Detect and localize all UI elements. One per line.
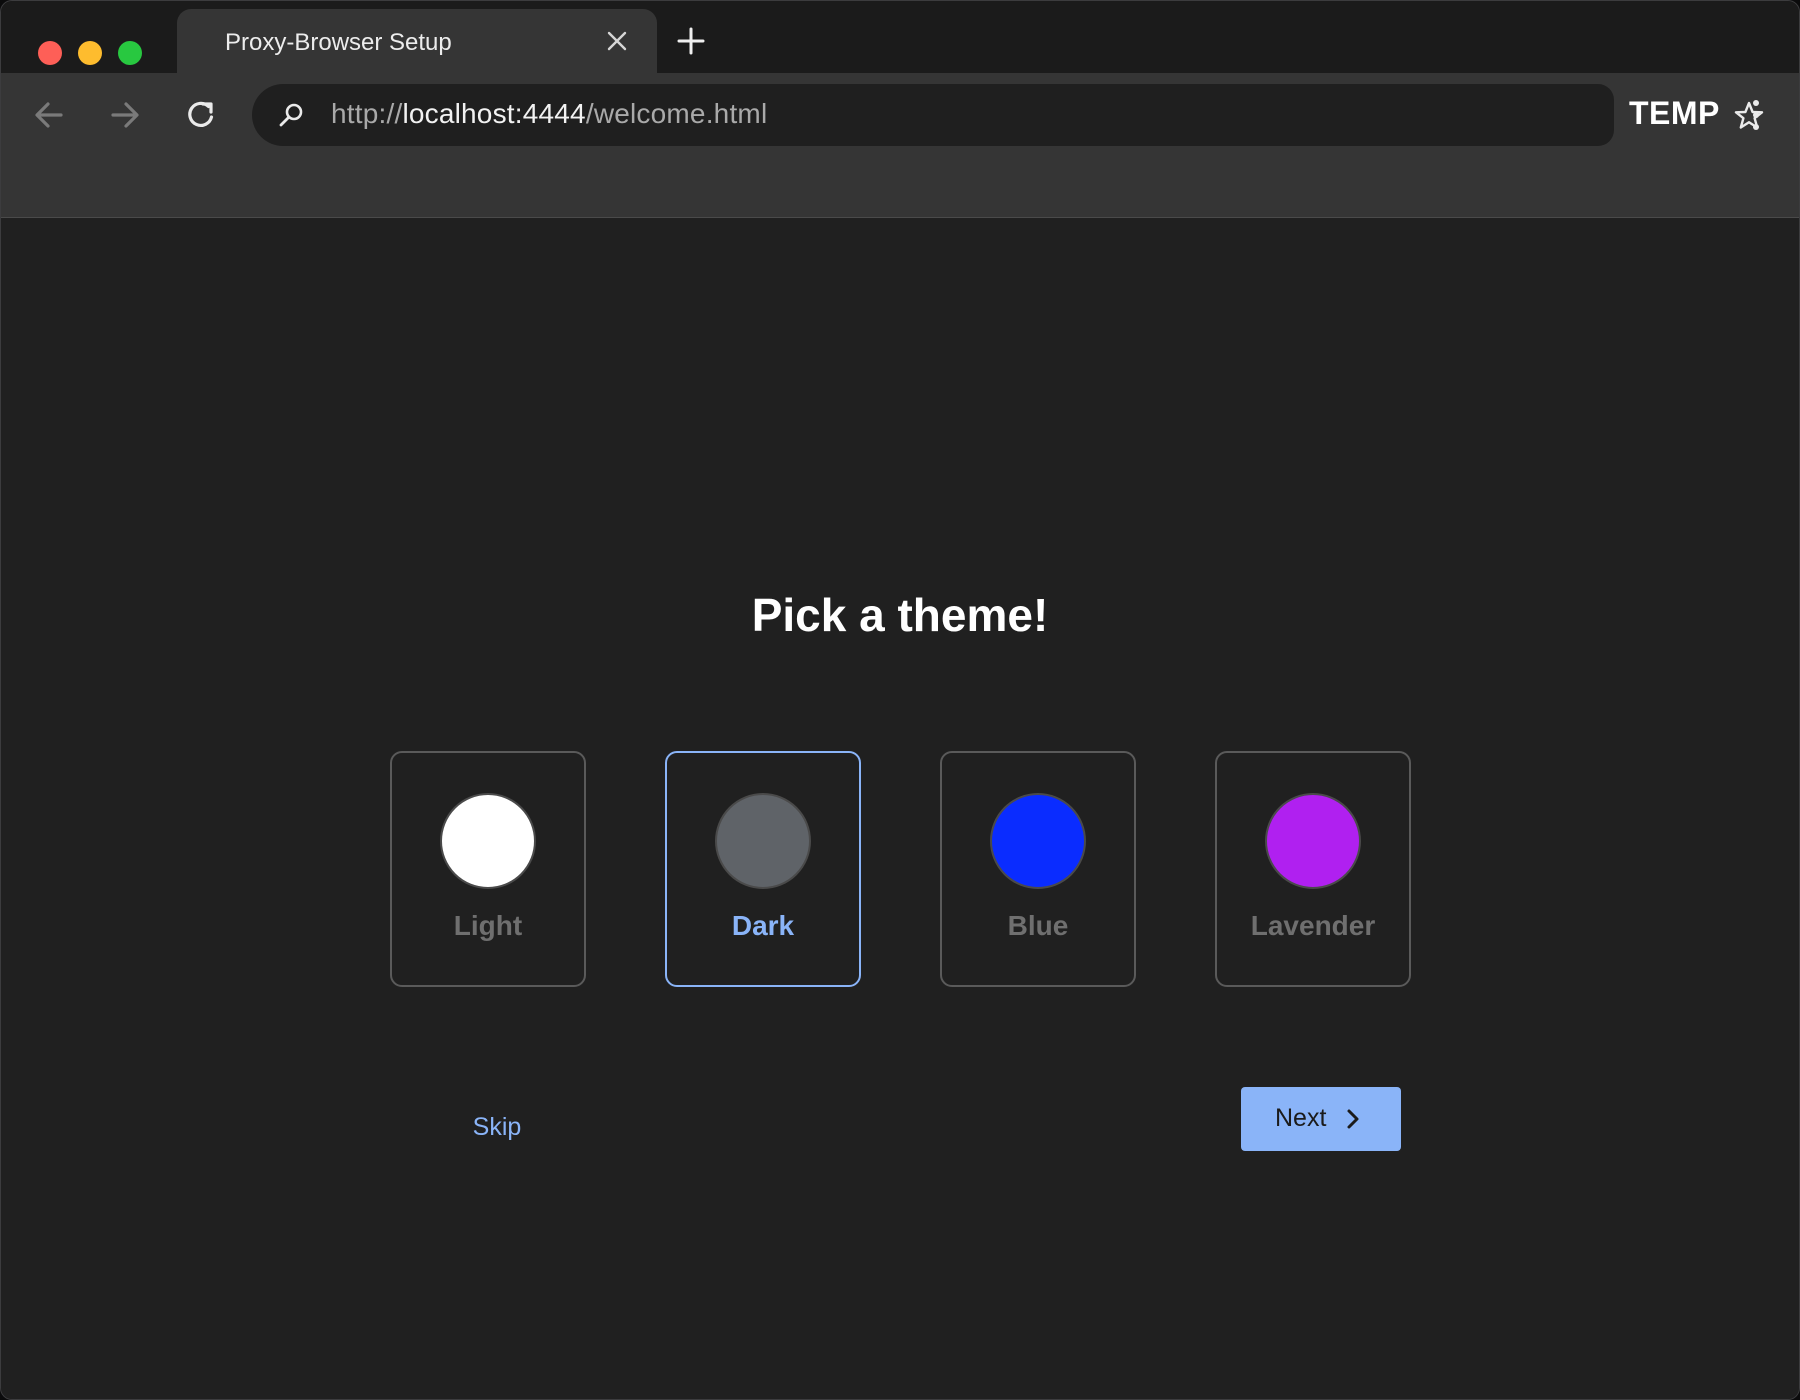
close-window-button[interactable] — [38, 41, 62, 65]
skip-button[interactable]: Skip — [445, 1102, 549, 1152]
plus-icon[interactable] — [675, 25, 707, 57]
arrow-right-icon[interactable] — [105, 95, 145, 135]
address-bar[interactable]: http://localhost:4444/welcome.html — [252, 84, 1764, 146]
theme-label: Lavender — [1250, 910, 1376, 941]
page-content: Pick a theme! Light Dark Blue Lavender S… — [1, 218, 1799, 1399]
url-host: localhost:4444 — [402, 98, 586, 129]
profile-label[interactable]: TEMP — [1629, 95, 1720, 132]
next-button-label: Next — [1275, 1104, 1327, 1132]
theme-card-light[interactable]: Light — [390, 751, 586, 987]
theme-swatch — [1265, 793, 1361, 889]
theme-label: Dark — [731, 910, 795, 941]
url-text[interactable]: http://localhost:4444/welcome.html — [331, 98, 767, 130]
reload-icon[interactable] — [181, 95, 221, 135]
page-title: Pick a theme! — [751, 589, 1049, 641]
minimize-window-button[interactable] — [78, 41, 102, 65]
browser-window: Proxy-Browser Setup http://localhost:444… — [0, 0, 1800, 1400]
tab-title: Proxy-Browser Setup — [225, 29, 452, 56]
theme-label: Blue — [1007, 910, 1069, 941]
zoom-window-button[interactable] — [118, 41, 142, 65]
kebab-menu-icon[interactable] — [1741, 95, 1771, 135]
url-scheme: http:// — [331, 98, 403, 129]
next-button[interactable]: Next — [1241, 1087, 1401, 1151]
theme-swatch — [715, 793, 811, 889]
tab-strip: Proxy-Browser Setup — [1, 1, 1799, 73]
chevron-right-icon — [1341, 1107, 1365, 1131]
close-icon[interactable] — [605, 29, 629, 53]
search-icon — [276, 100, 306, 130]
theme-label: Light — [453, 910, 523, 941]
theme-swatch — [990, 793, 1086, 889]
tab-proxy-browser-setup[interactable]: Proxy-Browser Setup — [177, 9, 657, 73]
theme-card-dark[interactable]: Dark — [665, 751, 861, 987]
toolbar: http://localhost:4444/welcome.html TEMP — [1, 73, 1799, 218]
theme-card-lavender[interactable]: Lavender — [1215, 751, 1411, 987]
url-path: /welcome.html — [585, 98, 768, 129]
theme-card-blue[interactable]: Blue — [940, 751, 1136, 987]
theme-swatch — [440, 793, 536, 889]
arrow-left-icon[interactable] — [29, 95, 69, 135]
